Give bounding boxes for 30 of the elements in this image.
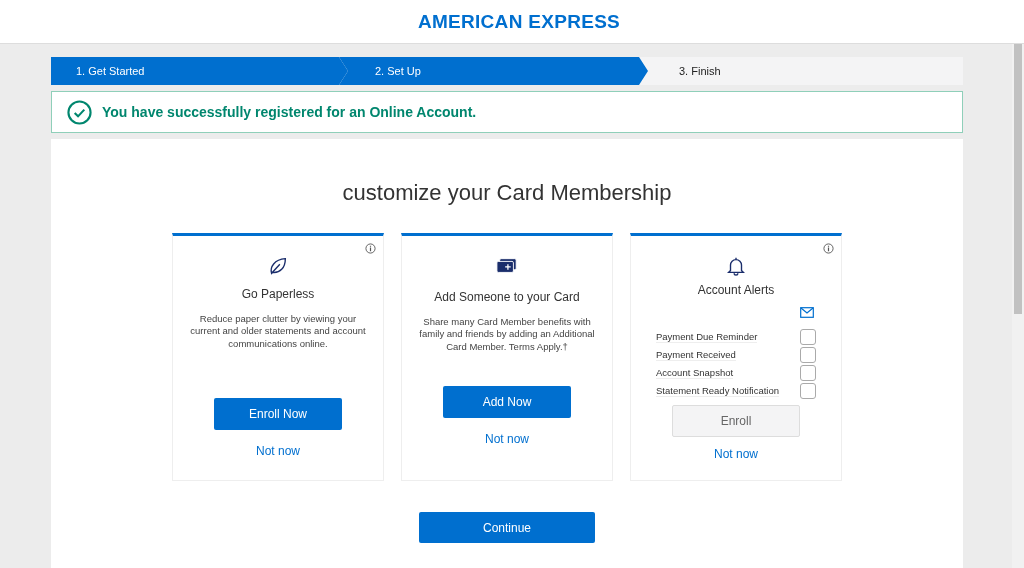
enroll-button[interactable]: Enroll Now — [214, 398, 342, 430]
progress-step: 1. Get Started — [51, 57, 348, 85]
success-message: You have successfully registered for an Online Account. — [102, 104, 477, 120]
alert-label: Payment Received — [656, 349, 736, 361]
card-title: Account Alerts — [697, 283, 775, 297]
card-description: Share many Card Member benefits with family and friends by adding an Additional Card Member. Terms Apply.† — [418, 316, 596, 354]
leaf-icon — [267, 255, 289, 277]
mail-icon — [800, 307, 814, 318]
not-now-link[interactable]: Not now — [485, 432, 529, 446]
alert-label: Payment Due Reminder — [656, 331, 758, 343]
card-title: Add Someone to your Card — [434, 290, 580, 304]
not-now-link[interactable]: Not now — [714, 447, 758, 461]
enroll-button[interactable]: Add Now — [443, 386, 571, 418]
alert-label: Statement Ready Notification — [656, 385, 780, 397]
card-description: Reduce paper clutter by viewing your current and older statements and account communications online. — [189, 313, 367, 351]
checkbox[interactable] — [800, 365, 816, 381]
continue-button[interactable]: Continue — [419, 512, 595, 543]
alert-label: Account Snapshot — [656, 367, 734, 379]
not-now-link[interactable]: Not now — [256, 444, 300, 458]
info-icon[interactable] — [365, 243, 376, 254]
logo[interactable]: AMERICAN EXPRESS — [417, 10, 621, 33]
progress-step: 2. Set Up — [339, 57, 648, 85]
info-icon[interactable] — [823, 243, 834, 254]
check-circle-icon — [67, 99, 92, 125]
checkbox[interactable] — [800, 329, 816, 345]
bell-icon — [725, 255, 747, 277]
page-heading: customize your Card Membership — [342, 180, 672, 207]
checkbox[interactable] — [800, 347, 816, 363]
checkbox[interactable] — [800, 383, 816, 399]
card-title: Go Paperless — [241, 287, 315, 301]
